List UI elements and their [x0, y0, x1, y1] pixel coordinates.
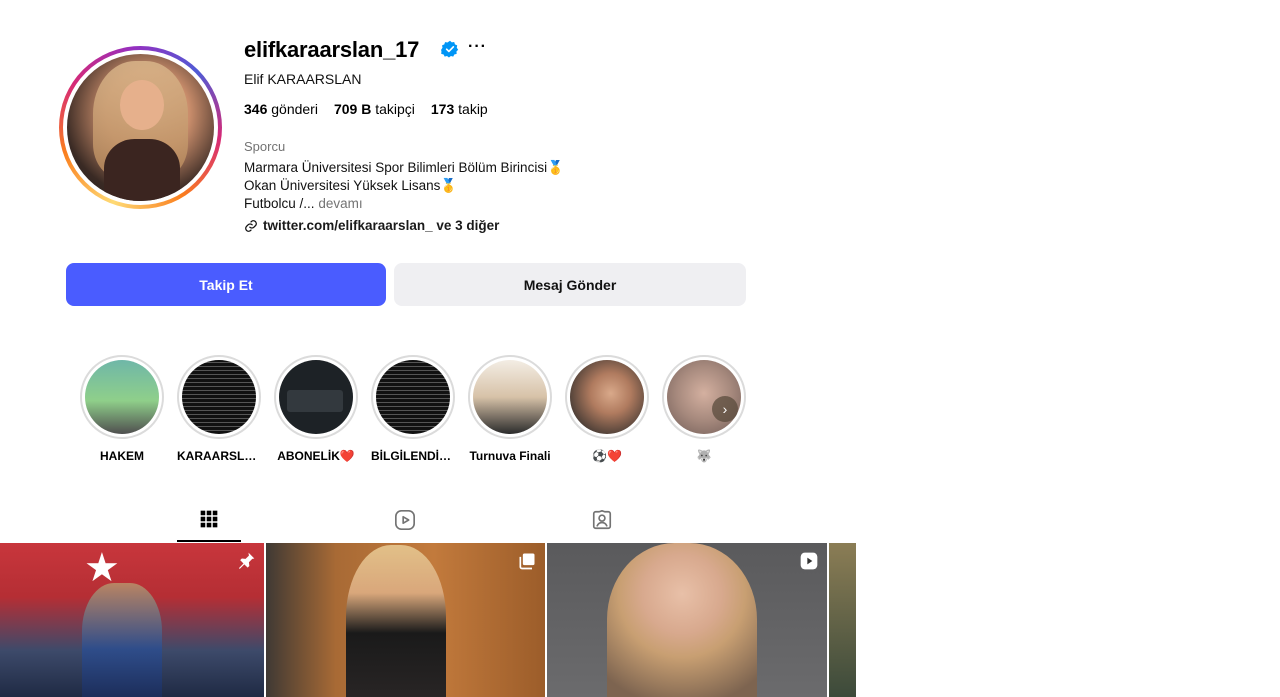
stat-posts: 346 gönderi: [244, 101, 318, 117]
highlight-item[interactable]: Turnuva Finali: [468, 355, 552, 463]
profile-tabs: [0, 498, 856, 542]
highlight-label: HAKEM: [100, 449, 144, 463]
stat-followers-label: takipçi: [375, 101, 415, 117]
stat-followers[interactable]: 709 B takipçi: [334, 101, 415, 117]
profile-link-text: twitter.com/elifkaraarslan_ ve 3 diğer: [263, 218, 500, 233]
post-thumbnail[interactable]: [829, 543, 856, 697]
highlight-ring: [274, 355, 358, 439]
post-person-shape: [607, 543, 757, 697]
grid-icon: [200, 510, 218, 528]
highlight-item[interactable]: ⚽❤️: [565, 355, 649, 463]
profile-stats: 346 gönderi 709 B takipçi 173 takip: [244, 101, 488, 117]
verified-badge-icon: [441, 40, 459, 58]
highlight-ring: [565, 355, 649, 439]
highlight-cover: [85, 360, 159, 434]
bio-line-3-text: Futbolcu /...: [244, 196, 315, 211]
highlight-cover: [570, 360, 644, 434]
avatar-image: [67, 54, 214, 201]
stat-following[interactable]: 173 takip: [431, 101, 488, 117]
stat-following-label: takip: [458, 101, 488, 117]
stat-following-count: 173: [430, 101, 455, 117]
posts-grid: ★: [0, 543, 856, 697]
highlights-next-icon[interactable]: ›: [712, 396, 738, 422]
highlight-cover: [279, 360, 353, 434]
profile-avatar[interactable]: [59, 46, 222, 209]
carousel-icon: [519, 553, 535, 570]
tagged-icon: [592, 510, 612, 530]
highlight-item[interactable]: BİLGİLENDİRME: [371, 355, 455, 463]
highlight-label: 🐺: [696, 449, 712, 463]
highlight-ring: [80, 355, 164, 439]
highlight-label: ⚽❤️: [592, 449, 622, 463]
highlight-label: BİLGİLENDİRME: [371, 449, 455, 463]
post-thumbnail[interactable]: [547, 543, 827, 697]
follow-button[interactable]: Takip Et: [66, 263, 386, 306]
highlight-cover: [376, 360, 450, 434]
profile-category: Sporcu: [244, 139, 286, 154]
highlight-item[interactable]: KARAARSLAN: [177, 355, 261, 463]
story-highlights: HAKEM KARAARSLAN ABONELİK❤️ BİLGİLENDİRM…: [80, 355, 746, 463]
bio-more-link[interactable]: devamı: [318, 196, 362, 211]
post-thumbnail[interactable]: ★: [0, 543, 264, 697]
highlight-ring: [662, 355, 746, 439]
highlight-ring: [468, 355, 552, 439]
bio-line-2: Okan Üniversitesi Yüksek Lisans🥇: [244, 178, 458, 193]
highlight-label: Turnuva Finali: [469, 449, 551, 463]
tab-reels[interactable]: [373, 498, 437, 542]
pin-icon: [238, 552, 255, 569]
highlight-cover: [473, 360, 547, 434]
message-button[interactable]: Mesaj Gönder: [394, 263, 746, 306]
video-icon: [800, 552, 818, 570]
highlight-ring: [371, 355, 455, 439]
more-options-icon[interactable]: ···: [468, 38, 487, 56]
avatar-border: [63, 50, 218, 205]
profile-full-name: Elif KARAARSLAN: [244, 71, 362, 87]
highlight-item[interactable]: HAKEM: [80, 355, 164, 463]
highlight-cover: [182, 360, 256, 434]
tab-tagged[interactable]: [570, 498, 634, 542]
reels-icon: [395, 510, 415, 530]
tab-posts[interactable]: [177, 498, 241, 542]
highlight-label: ABONELİK❤️: [277, 449, 355, 463]
bio-line-1: Marmara Üniversitesi Spor Bilimleri Bölü…: [244, 160, 564, 175]
highlight-item[interactable]: ABONELİK❤️: [274, 355, 358, 463]
post-person-shape: [82, 583, 162, 697]
highlight-ring: [177, 355, 261, 439]
link-icon: [245, 219, 257, 232]
post-thumbnail[interactable]: [266, 543, 545, 697]
avatar-dress-shape: [103, 139, 181, 201]
profile-username: elifkaraarslan_17: [244, 37, 420, 62]
post-person-shape: [346, 545, 446, 697]
highlight-label: KARAARSLAN: [177, 449, 261, 463]
profile-external-link[interactable]: twitter.com/elifkaraarslan_ ve 3 diğer: [244, 218, 499, 233]
bio-line-3: Futbolcu /... devamı: [244, 196, 363, 211]
stat-posts-count: 346: [244, 101, 268, 117]
stat-posts-label: gönderi: [271, 101, 318, 117]
stat-followers-count: 709 B: [333, 101, 372, 117]
